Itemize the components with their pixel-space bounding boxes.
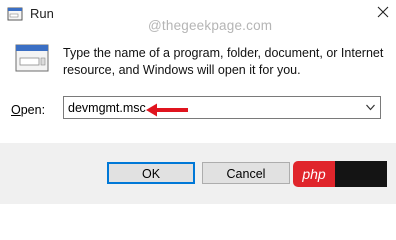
close-icon[interactable] bbox=[376, 5, 390, 19]
red-arrow-icon bbox=[146, 103, 188, 117]
window-title: Run bbox=[30, 6, 54, 21]
browse-button-obscured bbox=[335, 161, 387, 187]
open-label-rest: pen: bbox=[20, 103, 46, 117]
run-icon bbox=[7, 7, 23, 21]
instruction-text: Type the name of a program, folder, docu… bbox=[63, 46, 384, 77]
chevron-down-icon[interactable] bbox=[366, 104, 375, 111]
watermark-text: @thegeekpage.com bbox=[148, 18, 273, 33]
ok-button[interactable]: OK bbox=[107, 162, 195, 184]
cancel-button[interactable]: Cancel bbox=[202, 162, 290, 184]
run-icon bbox=[15, 44, 49, 72]
open-label: Open: bbox=[11, 103, 45, 117]
open-input[interactable]: devmgmt.msc bbox=[68, 101, 146, 115]
php-logo-badge: php bbox=[293, 161, 335, 187]
open-label-mnemonic: O bbox=[11, 103, 21, 117]
open-combobox[interactable]: devmgmt.msc bbox=[63, 96, 381, 119]
